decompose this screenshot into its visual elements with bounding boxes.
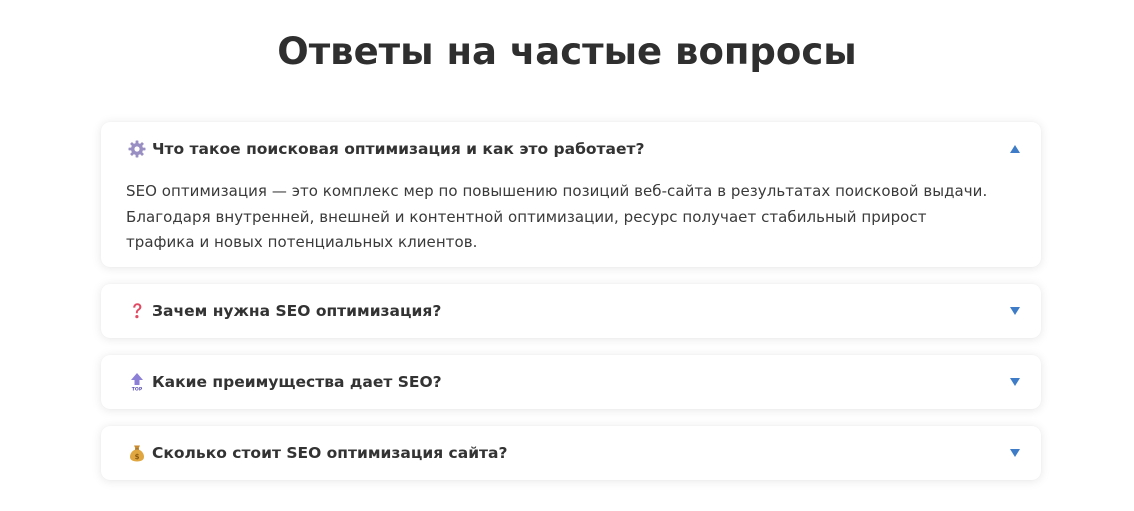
faq-item-seo-cost: $ Сколько стоит SEO оптимизация сайта?	[101, 426, 1041, 480]
faq-answer: SEO оптимизация — это комплекс мер по по…	[126, 179, 1026, 256]
faq-question-text: Какие преимущества дает SEO?	[152, 373, 442, 391]
faq-question-text: Сколько стоит SEO оптимизация сайта?	[152, 444, 508, 462]
page-title: Ответы на частые вопросы	[277, 30, 857, 73]
faq-answer-line: Благодаря внутренней, внешней и контентн…	[126, 207, 927, 226]
chevron-down-icon[interactable]	[1009, 377, 1021, 387]
chevron-up-icon[interactable]	[1009, 144, 1021, 154]
faq-question-toggle[interactable]: Зачем нужна SEO оптимизация?	[101, 284, 1041, 338]
chevron-down-icon[interactable]	[1009, 448, 1021, 458]
money-bag-icon: $	[130, 445, 144, 462]
faq-question-toggle[interactable]: Что такое поисковая оптимизация и как эт…	[101, 122, 1041, 176]
top-arrow-icon: TOP	[130, 373, 144, 392]
faq-answer-line: SEO оптимизация — это комплекс мер по по…	[126, 182, 988, 200]
faq-question-toggle[interactable]: TOP Какие преимущества дает SEO?	[101, 355, 1041, 409]
faq-question-text: Что такое поисковая оптимизация и как эт…	[152, 140, 645, 158]
svg-text:$: $	[135, 453, 140, 461]
gear-icon	[128, 140, 146, 158]
faq-item-seo-benefits: TOP Какие преимущества дает SEO?	[101, 355, 1041, 409]
question-mark-icon	[133, 303, 142, 319]
svg-text:TOP: TOP	[132, 387, 143, 392]
faq-question-toggle[interactable]: $ Сколько стоит SEO оптимизация сайта?	[101, 426, 1041, 480]
faq-item-what-is-seo: Что такое поисковая оптимизация и как эт…	[101, 122, 1041, 267]
faq-answer-line: трафика и новых потенциальных клиентов.	[126, 233, 478, 251]
chevron-down-icon[interactable]	[1009, 306, 1021, 316]
faq-question-text: Зачем нужна SEO оптимизация?	[152, 302, 442, 320]
faq-item-why-seo: Зачем нужна SEO оптимизация?	[101, 284, 1041, 338]
